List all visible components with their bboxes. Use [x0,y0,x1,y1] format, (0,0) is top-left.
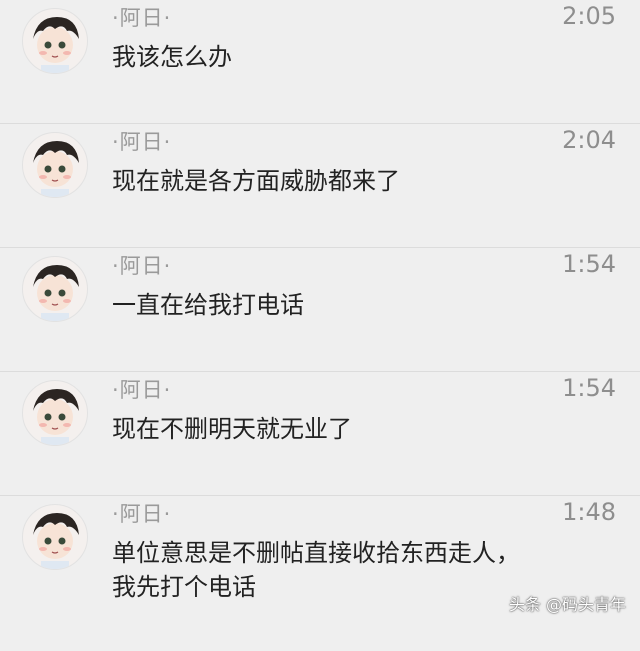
message-item[interactable]: ·阿日· 1:54 现在不删明天就无业了 [0,372,640,496]
message-time: 1:54 [562,374,616,402]
anime-boy-avatar-icon[interactable] [22,504,88,570]
anime-boy-avatar-icon[interactable] [22,380,88,446]
message-time: 1:54 [562,250,616,278]
message-text: 现在就是各方面威胁都来了 [112,167,400,195]
message-text: 现在不删明天就无业了 [112,415,352,443]
anime-boy-avatar-icon[interactable] [22,8,88,74]
message-item[interactable]: ·阿日· 1:48 单位意思是不删帖直接收拾东西走人， 我先打个电话 [0,496,640,651]
message-time: 1:48 [562,498,616,526]
message-list: ·阿日· 2:05 我该怎么办 ·阿日· 2:04 现在就是各方面威胁都来了 ·… [0,0,640,651]
message-time: 2:05 [562,2,616,30]
sender-name: ·阿日· [112,130,172,154]
watermark: 头条 @码头青年 [508,595,626,614]
anime-boy-avatar-icon[interactable] [22,256,88,322]
sender-name: ·阿日· [112,6,172,30]
message-text: 我该怎么办 [112,43,232,71]
message-item[interactable]: ·阿日· 2:04 现在就是各方面威胁都来了 [0,124,640,248]
sender-name: ·阿日· [112,378,172,402]
sender-name: ·阿日· [112,502,172,526]
message-item[interactable]: ·阿日· 2:05 我该怎么办 [0,0,640,124]
message-text: 一直在给我打电话 [112,291,304,319]
anime-boy-avatar-icon[interactable] [22,132,88,198]
message-item[interactable]: ·阿日· 1:54 一直在给我打电话 [0,248,640,372]
sender-name: ·阿日· [112,254,172,278]
message-time: 2:04 [562,126,616,154]
